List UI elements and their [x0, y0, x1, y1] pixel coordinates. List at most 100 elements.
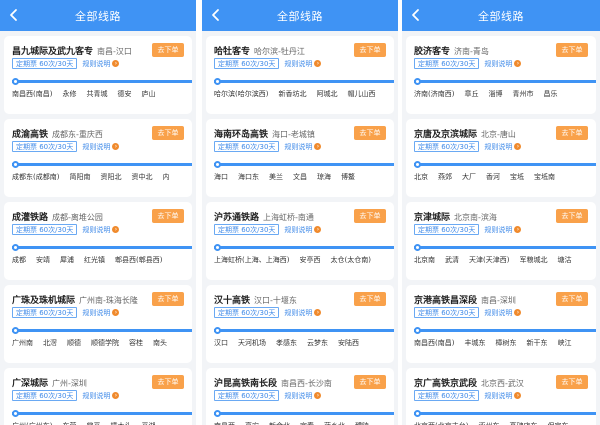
route-name: 胶济客专 济南-青岛: [414, 47, 489, 57]
station-list: 济南(济南西) 章丘 淄博 青州市 昌乐: [414, 89, 596, 99]
rules-link[interactable]: 规则说明 ›: [82, 308, 120, 318]
route-name: 沪苏通铁路 上海虹桥-南通: [214, 213, 314, 223]
station-list: 南昌西(南昌) 丰城东 樟树东 新干东 峡江: [414, 338, 596, 348]
station-label: 博鳌: [341, 173, 355, 181]
route-card[interactable]: 沪昆高铁南长段南昌西-长沙南 去下单定期票 60次/30天规则说明› 南昌西 高安 新余…: [206, 368, 394, 425]
buy-button[interactable]: 去下单: [556, 292, 588, 306]
buy-button[interactable]: 去下单: [354, 209, 386, 223]
station-label: 内: [162, 173, 170, 181]
station-label: 燕郊: [438, 173, 452, 181]
route-endpoints: 广州南-珠海长隆: [79, 296, 138, 305]
station-list: 北京西(北京丰台) 涿州东 高碑店东 保定东: [414, 421, 596, 425]
route-card[interactable]: 沪苏通铁路 上海虹桥-南通 去下单 定期票 60次/30天 规则说明 › 上海虹桥(上海、上…: [206, 202, 394, 280]
station-label: 天津(天津西): [469, 256, 510, 264]
route-card[interactable]: 京港高铁昌深段 南昌-深圳 去下单 定期票 60次/30天 规则说明 › 南昌西(南昌) 丰城…: [406, 285, 596, 363]
route-card[interactable]: 京唐及京滨城际 北京-唐山 去下单 定期票 60次/30天 规则说明 › 北京 燕郊 大厂 香河 宝…: [406, 119, 596, 197]
station-label: 香河: [486, 173, 500, 181]
station-label: 醴陵: [355, 421, 369, 425]
arrow-right-icon: ›: [514, 60, 522, 67]
route-card[interactable]: 胶济客专 济南-青岛 去下单定期票 60次/30天 规则说明 › 济南(济南西) 章丘 淄博 青…: [406, 36, 596, 114]
route-name: 沪昆高铁南长段 南昌西-长沙南: [214, 379, 332, 389]
station-list: 广州南 北滘 顺德 顺德学院 容桂 南头: [12, 338, 192, 348]
start-station-marker: [12, 327, 19, 334]
route-endpoints: 北京南-滨海: [454, 213, 497, 222]
buy-button[interactable]: 去下单: [354, 292, 386, 306]
ticket-type-badge: 定期票 60次/30天: [12, 390, 78, 401]
ticket-type-badge: 定期票 60次/30天: [414, 58, 480, 69]
buy-button[interactable]: 去下单: [152, 126, 184, 140]
station-label: 太仓(太仓南): [330, 256, 371, 264]
route-track: [214, 78, 394, 85]
buy-button[interactable]: 去下单: [152, 375, 184, 389]
buy-button[interactable]: 去下单: [354, 126, 386, 140]
buy-button[interactable]: 去下单: [556, 43, 588, 57]
start-station-marker: [414, 327, 421, 334]
ticket-tags: 定期票 60次/30天 规则说明 ›: [414, 224, 522, 235]
start-station-marker: [414, 244, 421, 251]
station-label: 海口东: [238, 173, 259, 181]
phone-screen: 全部线路 哈牡客专 哈尔滨-牡丹江 去下单 定期票 60次/30天 规则说明 › 哈尔滨(哈尔…: [202, 0, 398, 425]
route-card[interactable]: 成渝高铁 成都东-重庆西 去下单 定期票 60次/30天 规则说明 › 成都东(成都南) 简阳…: [4, 119, 192, 197]
station-label: 高安: [245, 421, 259, 425]
station-label: 南昌西: [214, 421, 235, 425]
phone-screen: 全部线路 昌九城际及武九客专 南昌-汉口 去下单 定期票 60次/30天 规则说明 › 南昌西…: [0, 0, 196, 425]
back-arrow-icon[interactable]: [209, 8, 223, 22]
ticket-tags: 定期票 60次/30天 规则说明 ›: [414, 307, 522, 318]
buy-button[interactable]: 去下单: [354, 375, 386, 389]
rules-link[interactable]: 规则说明 ›: [284, 142, 322, 152]
ticket-type-badge: 定期票 60次/30天: [214, 307, 280, 318]
route-card[interactable]: 海南环岛高铁 海口-老城镇 去下单 定期票 60次/30天 规则说明 › 海口 海口东 美兰 文昌…: [206, 119, 394, 197]
station-label: 平湖: [141, 421, 155, 425]
route-list: 胶济客专 济南-青岛 去下单 定期票 60次/30天 规则说明 › 济南(济南西) 章丘 淄博青…: [402, 31, 600, 425]
rules-link[interactable]: 规则说明 ›: [484, 391, 522, 401]
start-station-marker: [12, 410, 19, 417]
route-card[interactable]: 昌九城际及武九客专 南昌-汉口 去下单 定期票 60次/30天 规则说明 › 南昌西(南昌)…: [4, 36, 192, 114]
rules-link[interactable]: 规则说明 ›: [284, 391, 322, 401]
back-arrow-icon[interactable]: [409, 8, 423, 22]
buy-button[interactable]: 去下单: [556, 375, 588, 389]
rules-link[interactable]: 规则说明 ›: [484, 142, 522, 152]
station-label: 海口: [214, 173, 228, 181]
rules-link[interactable]: 规则说明 ›: [484, 308, 522, 318]
rules-link[interactable]: 规则说明 ›: [82, 59, 120, 69]
route-card[interactable]: 广深城际广州-深圳 去下单定期票 60次/30天规则说明› 广州(广州东) 东莞 常平 樟…: [4, 368, 192, 425]
arrow-right-icon: ›: [314, 143, 322, 150]
buy-button[interactable]: 去下单: [354, 43, 386, 57]
route-endpoints: 哈尔滨-牡丹江: [254, 47, 305, 56]
back-arrow-icon[interactable]: [7, 8, 21, 22]
arrow-right-icon: ›: [514, 309, 522, 316]
route-card[interactable]: 京广高铁京武段北京西-武汉 去下单定期票 60次/30天规则说明› 北京西(北京丰台…: [406, 368, 596, 425]
route-card[interactable]: 成灌铁路 成都-离堆公园 去下单 定期票 60次/30天 规则说明 › 成都 安靖 犀浦 红光镇 郫…: [4, 202, 192, 280]
route-track: [12, 410, 192, 417]
station-label: 济南(济南西): [414, 90, 455, 98]
station-label: 高碑店东: [509, 421, 537, 425]
route-card[interactable]: 汉十高铁 汉口-十堰东 去下单 定期票 60次/30天 规则说明 › 汉口 天河机场 孝感东 云梦…: [206, 285, 394, 363]
buy-button[interactable]: 去下单: [152, 292, 184, 306]
buy-button[interactable]: 去下单: [556, 126, 588, 140]
buy-button[interactable]: 去下单: [556, 209, 588, 223]
ticket-type-badge: 定期票 60次/30天: [214, 58, 280, 69]
station-label: 南昌西(南昌): [12, 90, 53, 98]
rules-link[interactable]: 规则说明 ›: [284, 308, 322, 318]
station-label: 简阳南: [69, 173, 91, 181]
rules-link[interactable]: 规则说明 ›: [484, 225, 522, 235]
nav-header: 全部线路: [202, 0, 398, 31]
route-card[interactable]: 哈牡客专 哈尔滨-牡丹江 去下单 定期票 60次/30天 规则说明 › 哈尔滨(哈尔滨西) 新…: [206, 36, 394, 114]
station-label: 文昌: [293, 173, 307, 181]
rules-link[interactable]: 规则说明 ›: [484, 59, 522, 69]
rules-link[interactable]: 规则说明 ›: [82, 391, 120, 401]
rules-link[interactable]: 规则说明 ›: [284, 59, 322, 69]
page-title: 全部线路: [75, 9, 121, 23]
route-card[interactable]: 京津城际 北京南-滨海 去下单 定期票 60次/30天 规则说明 › 北京南 武清 天津(天津西…: [406, 202, 596, 280]
rules-link[interactable]: 规则说明 ›: [82, 225, 120, 235]
station-label: 德安: [117, 90, 132, 98]
station-label: 塘沽: [557, 256, 572, 264]
rules-link[interactable]: 规则说明 ›: [284, 225, 322, 235]
buy-button[interactable]: 去下单: [152, 209, 184, 223]
buy-button[interactable]: 去下单: [152, 43, 184, 57]
station-label: 北京西(北京丰台): [414, 421, 468, 425]
route-card[interactable]: 广珠及珠机城际 广州南-珠海长隆 去下单 定期票 60次/30天 规则说明 › 广州南 北滘 顺…: [4, 285, 192, 363]
rules-link[interactable]: 规则说明 ›: [82, 142, 120, 152]
station-list: 北京 燕郊 大厂 香河 宝坻 宝坻南: [414, 172, 596, 182]
station-label: 新香坊北: [278, 90, 307, 98]
